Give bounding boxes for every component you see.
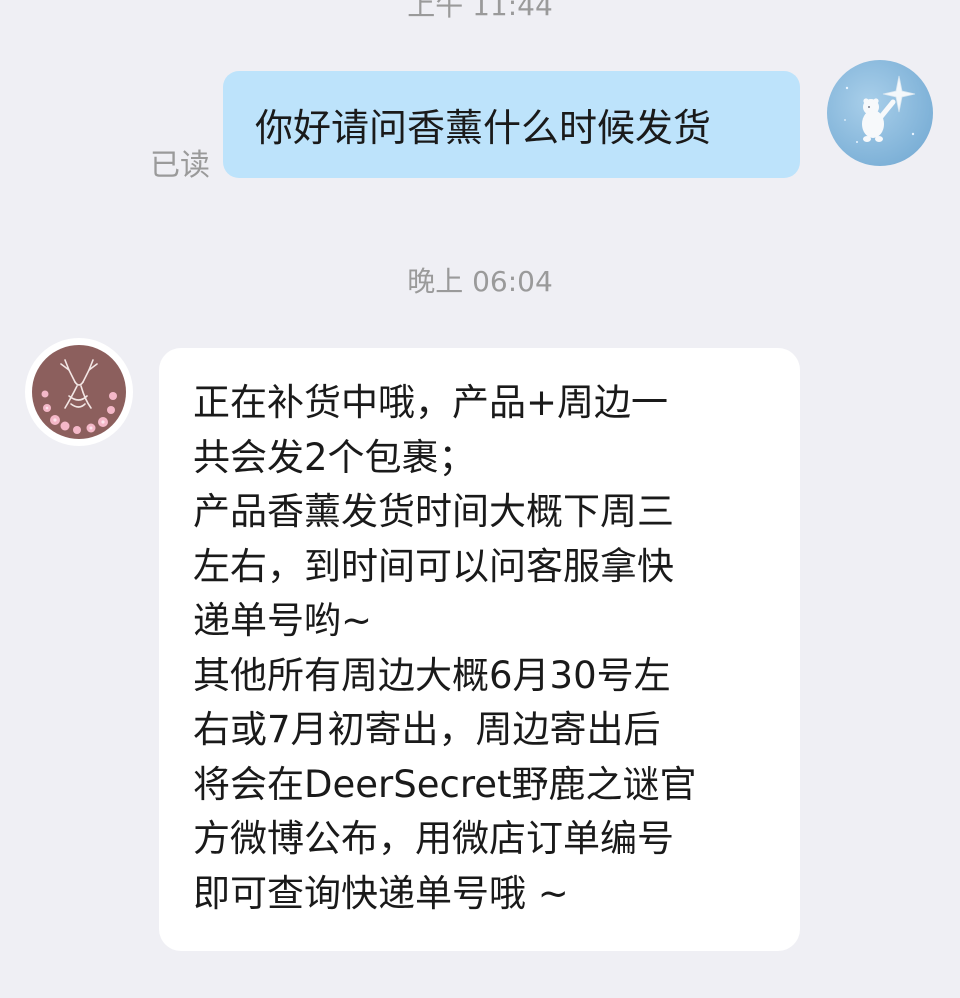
message-line: 产品香薰发货时间大概下周三	[193, 490, 674, 533]
message-line: 左右，到时间可以问客服拿快	[193, 544, 674, 588]
message-line: 方微博公布，用微店订单编号	[193, 817, 674, 860]
message-line: 将会在DeerSecret野鹿之谜官	[193, 762, 697, 806]
message-line: 共会发2个包裹；	[193, 435, 476, 479]
message-line: 其他所有周边大概6月30号左	[193, 653, 671, 697]
message-timestamp: 上午 11:44	[407, 0, 553, 22]
outgoing-message-bubble[interactable]: 你好请问香薰什么时候发货	[223, 71, 800, 178]
incoming-message-bubble[interactable]: 正在补货中哦，产品+周边一 共会发2个包裹； 产品香薰发货时间大概下周三 左右，…	[159, 348, 800, 951]
polar-bear-star-avatar-icon[interactable]	[827, 60, 933, 166]
message-timestamp: 晚上 06:04	[407, 265, 553, 298]
message-line: 递单号哟~	[193, 599, 373, 642]
message-line: 正在补货中哦，产品+周边一	[193, 381, 669, 424]
read-status-label: 已读	[150, 148, 210, 183]
outgoing-message-text: 你好请问香薰什么时候发货	[255, 106, 712, 150]
deer-logo-avatar-icon[interactable]	[25, 338, 133, 446]
message-line: 右或7月初寄出，周边寄出后	[193, 708, 661, 751]
message-line: 即可查询快递单号哦 ~	[193, 871, 569, 915]
